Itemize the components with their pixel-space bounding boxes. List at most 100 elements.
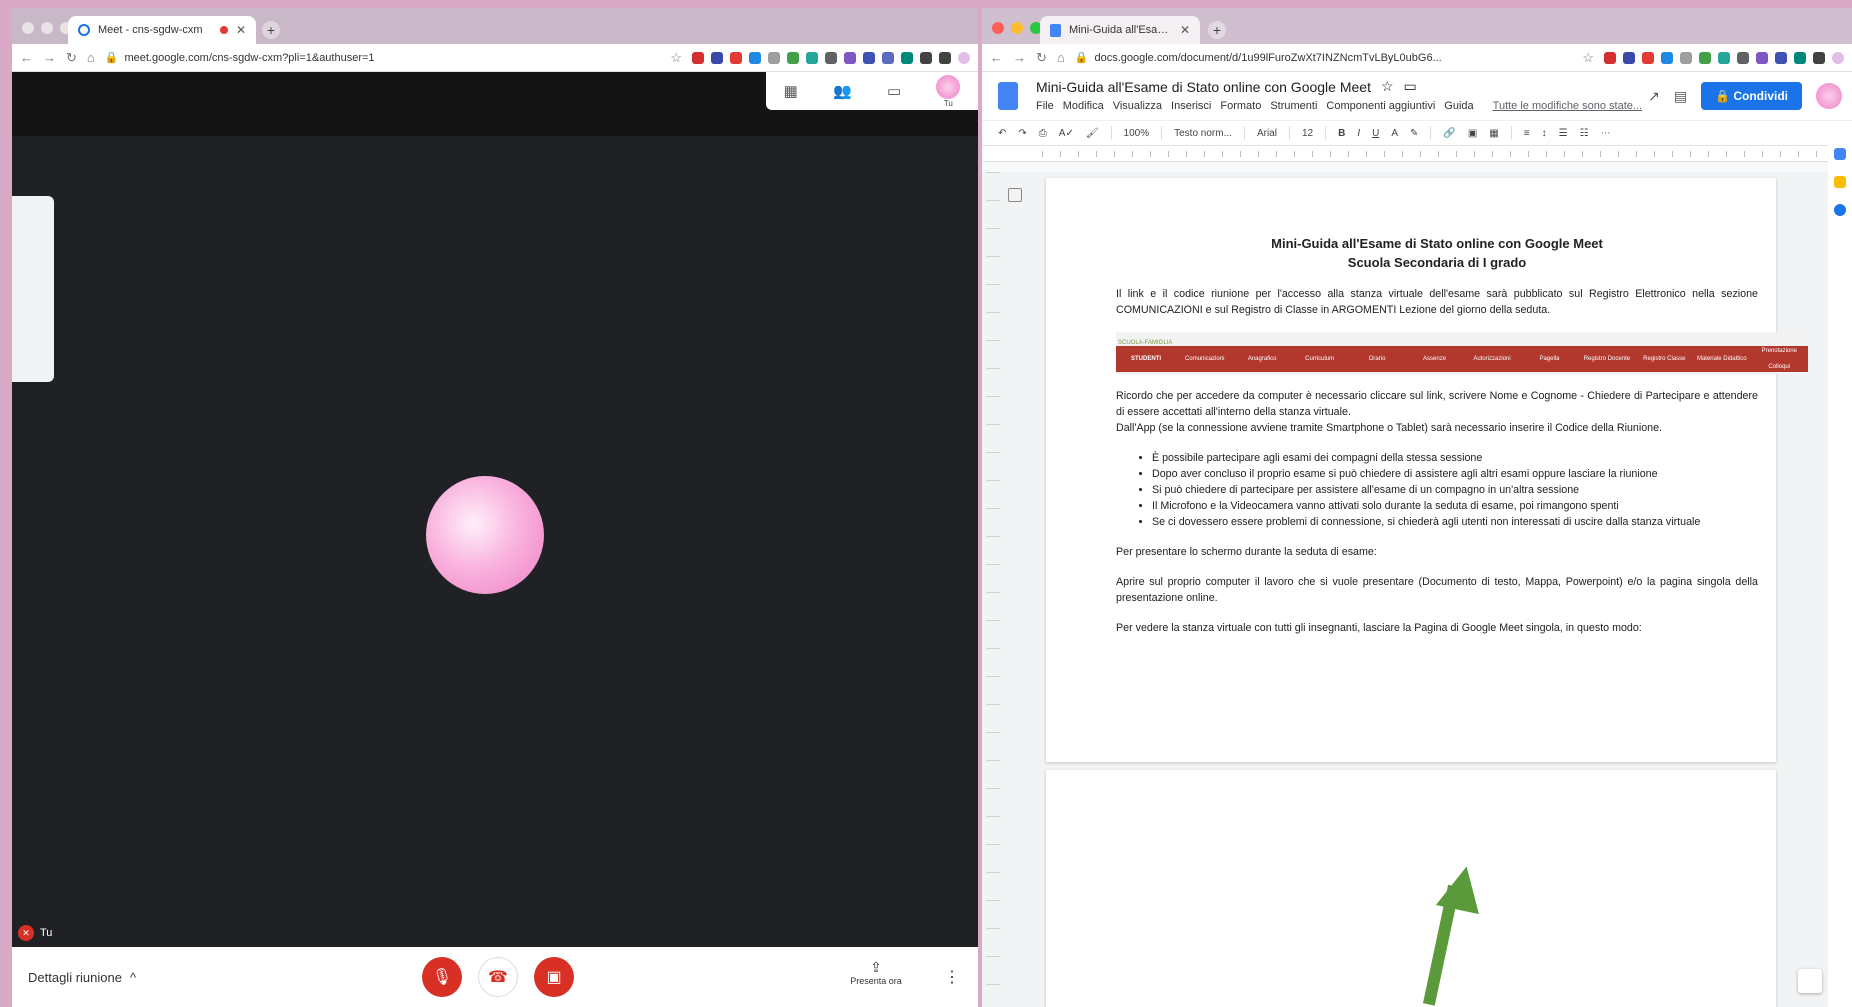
font-size-select[interactable]: 12 [1302, 128, 1313, 139]
extension-icon[interactable] [1699, 51, 1711, 64]
move-folder-icon[interactable]: ▭ [1404, 78, 1417, 95]
minimize-window-icon[interactable] [1011, 22, 1023, 34]
bookmark-star-icon[interactable]: ☆ [670, 50, 682, 66]
home-icon[interactable]: ⌂ [87, 50, 95, 65]
bulleted-list-icon[interactable]: ☷ [1580, 128, 1589, 139]
extension-icon[interactable] [1775, 51, 1787, 64]
tasks-icon[interactable] [1834, 204, 1846, 216]
new-tab-button[interactable]: + [262, 21, 280, 39]
meet-browser-tab[interactable]: Meet - cns-sgdw-cxm ✕ [68, 16, 256, 44]
star-icon[interactable]: ☆ [1381, 78, 1394, 95]
underline-icon[interactable]: U [1372, 128, 1379, 139]
extension-icon[interactable] [1756, 51, 1768, 64]
extension-icon[interactable] [1661, 51, 1673, 64]
add-comment-icon[interactable]: ▣ [1468, 128, 1477, 139]
extension-icon[interactable] [1623, 51, 1635, 64]
extension-icon[interactable] [1604, 51, 1616, 64]
close-tab-icon[interactable]: ✕ [236, 23, 246, 37]
extension-icon[interactable] [1718, 51, 1730, 64]
doc-title[interactable]: Mini-Guida all'Esame di Stato online con… [1036, 79, 1371, 95]
menu-visualizza[interactable]: Visualizza [1113, 100, 1162, 112]
camera-toggle-button[interactable]: ▣ [534, 957, 574, 997]
menu-componenti[interactable]: Componenti aggiuntivi [1326, 100, 1435, 112]
align-icon[interactable]: ≡ [1524, 128, 1530, 139]
forward-icon[interactable]: → [1013, 50, 1026, 65]
insert-image-icon[interactable]: ▦ [1489, 128, 1498, 139]
calendar-icon[interactable] [1834, 148, 1846, 160]
extension-icon[interactable] [901, 51, 913, 64]
present-now-button[interactable]: ⇪ Presenta ora [846, 959, 906, 986]
url-field[interactable]: 🔒 meet.google.com/cns-sgdw-cxm?pli=1&aut… [105, 51, 661, 65]
minimize-window-icon[interactable] [41, 22, 53, 34]
explore-icon[interactable] [1798, 969, 1822, 993]
extension-icon[interactable] [749, 51, 761, 64]
menu-guida[interactable]: Guida [1444, 100, 1473, 112]
paint-format-icon[interactable]: 🖌 [1086, 128, 1099, 139]
leave-call-button[interactable]: ☎ [478, 957, 518, 997]
bookmark-star-icon[interactable]: ☆ [1582, 50, 1594, 66]
line-spacing-icon[interactable]: ↕ [1542, 128, 1547, 139]
close-window-icon[interactable] [992, 22, 1004, 34]
more-options-icon[interactable]: ⋮ [944, 967, 960, 987]
reload-icon[interactable]: ↻ [66, 50, 77, 66]
spellcheck-icon[interactable]: A✓ [1059, 128, 1074, 139]
text-color-icon[interactable]: A [1391, 128, 1398, 139]
redo-icon[interactable]: ↷ [1018, 128, 1026, 139]
italic-icon[interactable]: I [1357, 128, 1360, 139]
extension-icon[interactable] [787, 51, 799, 64]
puzzle-icon[interactable] [1813, 51, 1825, 64]
outline-icon[interactable] [1008, 188, 1022, 202]
menu-file[interactable]: File [1036, 100, 1054, 112]
url-field[interactable]: 🔒 docs.google.com/document/d/1u99lFuroZw… [1075, 51, 1573, 65]
more-tools-icon[interactable]: ⋯ [1601, 128, 1611, 139]
new-tab-button[interactable]: + [1208, 21, 1226, 39]
horizontal-ruler[interactable] [982, 146, 1852, 162]
extension-icon[interactable] [692, 51, 704, 64]
activity-trend-icon[interactable]: ↗ [1648, 88, 1660, 105]
docs-browser-tab[interactable]: Mini-Guida all'Esame di Stato ✕ [1040, 16, 1200, 44]
undo-icon[interactable]: ↶ [998, 128, 1006, 139]
style-select[interactable]: Testo norm... [1174, 128, 1232, 139]
doc-page-2[interactable] [1046, 770, 1776, 1007]
extension-icon[interactable] [730, 51, 742, 64]
doc-page[interactable]: Mini-Guida all'Esame di Stato online con… [1046, 178, 1808, 762]
print-icon[interactable]: ⎙ [1039, 128, 1047, 139]
profile-icon[interactable] [1832, 51, 1844, 64]
home-icon[interactable]: ⌂ [1057, 50, 1065, 65]
menu-strumenti[interactable]: Strumenti [1270, 100, 1317, 112]
menu-inserisci[interactable]: Inserisci [1171, 100, 1211, 112]
link-icon[interactable]: 🔗 [1443, 128, 1455, 139]
extension-icon[interactable] [863, 51, 875, 64]
close-window-icon[interactable] [22, 22, 34, 34]
avatar[interactable] [1816, 83, 1842, 109]
menu-formato[interactable]: Formato [1220, 100, 1261, 112]
docs-logo-icon[interactable] [998, 82, 1018, 110]
extension-icon[interactable] [1642, 51, 1654, 64]
profile-icon[interactable] [958, 51, 970, 64]
comments-icon[interactable]: ▤ [1674, 88, 1687, 105]
extension-icon[interactable] [768, 51, 780, 64]
numbered-list-icon[interactable]: ☰ [1559, 128, 1568, 139]
font-select[interactable]: Arial [1257, 128, 1277, 139]
close-tab-icon[interactable]: ✕ [1180, 23, 1190, 37]
extension-icon[interactable] [1737, 51, 1749, 64]
zoom-select[interactable]: 100% [1124, 128, 1150, 139]
extension-icon[interactable] [1794, 51, 1806, 64]
back-icon[interactable]: ← [990, 50, 1003, 65]
share-button[interactable]: 🔒 Condividi [1701, 82, 1802, 110]
extension-icon[interactable] [711, 51, 723, 64]
keep-icon[interactable] [1834, 176, 1846, 188]
extension-icon[interactable] [806, 51, 818, 64]
save-status-link[interactable]: Tutte le modifiche sono state... [1493, 100, 1642, 112]
back-icon[interactable]: ← [20, 50, 33, 65]
extension-icon[interactable] [844, 51, 856, 64]
chat-icon[interactable]: ▭ [887, 82, 901, 100]
reload-icon[interactable]: ↻ [1036, 50, 1047, 66]
menu-modifica[interactable]: Modifica [1063, 100, 1104, 112]
people-icon[interactable]: 👥 [833, 82, 852, 100]
meeting-details-button[interactable]: Dettagli riunione ^ [28, 970, 136, 985]
extension-icon[interactable] [1680, 51, 1692, 64]
extension-icon[interactable] [882, 51, 894, 64]
layout-icon[interactable]: ▦ [784, 82, 798, 100]
extension-icon[interactable] [825, 51, 837, 64]
